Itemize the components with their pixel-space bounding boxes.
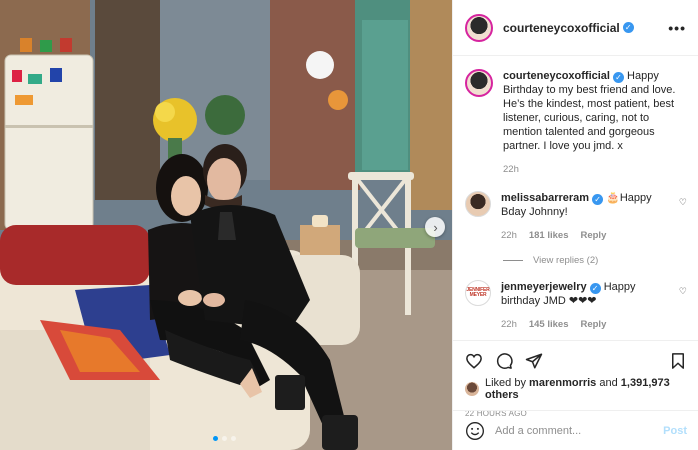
comment-likes[interactable]: 145 likes bbox=[529, 318, 569, 332]
instagram-post-view: › courteneycoxofficial ✓ ••• courteneyco… bbox=[0, 0, 698, 450]
comment-heart-icon[interactable]: ♡ bbox=[679, 286, 687, 297]
caption-time[interactable]: 22h bbox=[503, 163, 519, 177]
comment-username[interactable]: jenmeyerjewelry bbox=[501, 281, 587, 293]
comment-item: JENNIFER MEYER jenmeyerjewelry ✓ Happy bi… bbox=[465, 280, 687, 332]
comment-heart-icon[interactable]: ♡ bbox=[679, 197, 687, 208]
comment-item: melissabarreram ✓ 🎂Happy Bday Johnny! 22h… bbox=[465, 191, 687, 243]
commenter-avatar-text: JENNIFER MEYER bbox=[466, 287, 490, 298]
comment-reply-button[interactable]: Reply bbox=[580, 229, 606, 243]
verified-icon: ✓ bbox=[592, 194, 604, 205]
more-options-icon[interactable]: ••• bbox=[668, 20, 686, 36]
comment-icon[interactable] bbox=[495, 352, 513, 370]
verified-icon: ✓ bbox=[622, 22, 634, 33]
carousel-dot bbox=[231, 436, 236, 441]
comments-list[interactable]: courteneycoxofficial ✓ Happy Birthday to … bbox=[453, 57, 698, 340]
post-actions: Liked by marenmorris and 1,391,973 other… bbox=[453, 340, 698, 418]
comment-time[interactable]: 22h bbox=[501, 229, 517, 243]
post-header: courteneycoxofficial ✓ ••• bbox=[453, 0, 698, 56]
smile-icon[interactable] bbox=[465, 421, 485, 441]
commenter-avatar[interactable]: JENNIFER MEYER bbox=[465, 280, 491, 306]
liked-by-user[interactable]: marenmorris bbox=[529, 377, 596, 389]
verified-icon: ✓ bbox=[589, 283, 601, 294]
carousel-dot bbox=[213, 436, 218, 441]
author-username[interactable]: courteneycoxofficial bbox=[503, 21, 620, 35]
comment-username[interactable]: melissabarreram bbox=[501, 192, 589, 204]
add-comment-bar: Post bbox=[453, 410, 698, 450]
commenter-avatar[interactable] bbox=[465, 191, 491, 217]
post-photo[interactable]: › bbox=[0, 0, 452, 450]
comment-input[interactable] bbox=[495, 424, 664, 437]
view-replies-button[interactable]: View replies (2) bbox=[503, 255, 687, 266]
carousel-dot bbox=[222, 436, 227, 441]
carousel-dots bbox=[213, 436, 236, 441]
caption-avatar[interactable] bbox=[465, 69, 493, 97]
heart-icon[interactable] bbox=[465, 352, 483, 370]
comment-time[interactable]: 22h bbox=[501, 318, 517, 332]
author-avatar[interactable] bbox=[465, 13, 493, 42]
likes-summary: Liked by marenmorris and 1,391,973 other… bbox=[465, 377, 687, 401]
liker-avatar[interactable] bbox=[465, 382, 479, 396]
verified-icon: ✓ bbox=[612, 72, 624, 83]
caption-username[interactable]: courteneycoxofficial bbox=[503, 70, 610, 82]
caption-text: Happy Birthday to my best friend and lov… bbox=[503, 70, 676, 152]
post-side-panel: courteneycoxofficial ✓ ••• courteneycoxo… bbox=[452, 0, 698, 450]
carousel-next-button[interactable]: › bbox=[425, 217, 445, 237]
bookmark-icon[interactable] bbox=[669, 352, 687, 370]
comment-reply-button[interactable]: Reply bbox=[580, 318, 606, 332]
view-replies-label: View replies (2) bbox=[533, 255, 599, 266]
comment-likes[interactable]: 181 likes bbox=[529, 229, 569, 243]
view-replies-line bbox=[503, 260, 523, 261]
liked-by-prefix: Liked by bbox=[485, 377, 526, 389]
liked-by-conjunction: and bbox=[599, 377, 618, 389]
share-icon[interactable] bbox=[525, 352, 543, 370]
post-image bbox=[0, 0, 452, 450]
post-comment-button[interactable]: Post bbox=[663, 425, 687, 437]
post-caption: courteneycoxofficial ✓ Happy Birthday to … bbox=[465, 69, 687, 177]
chevron-right-icon: › bbox=[433, 219, 438, 235]
